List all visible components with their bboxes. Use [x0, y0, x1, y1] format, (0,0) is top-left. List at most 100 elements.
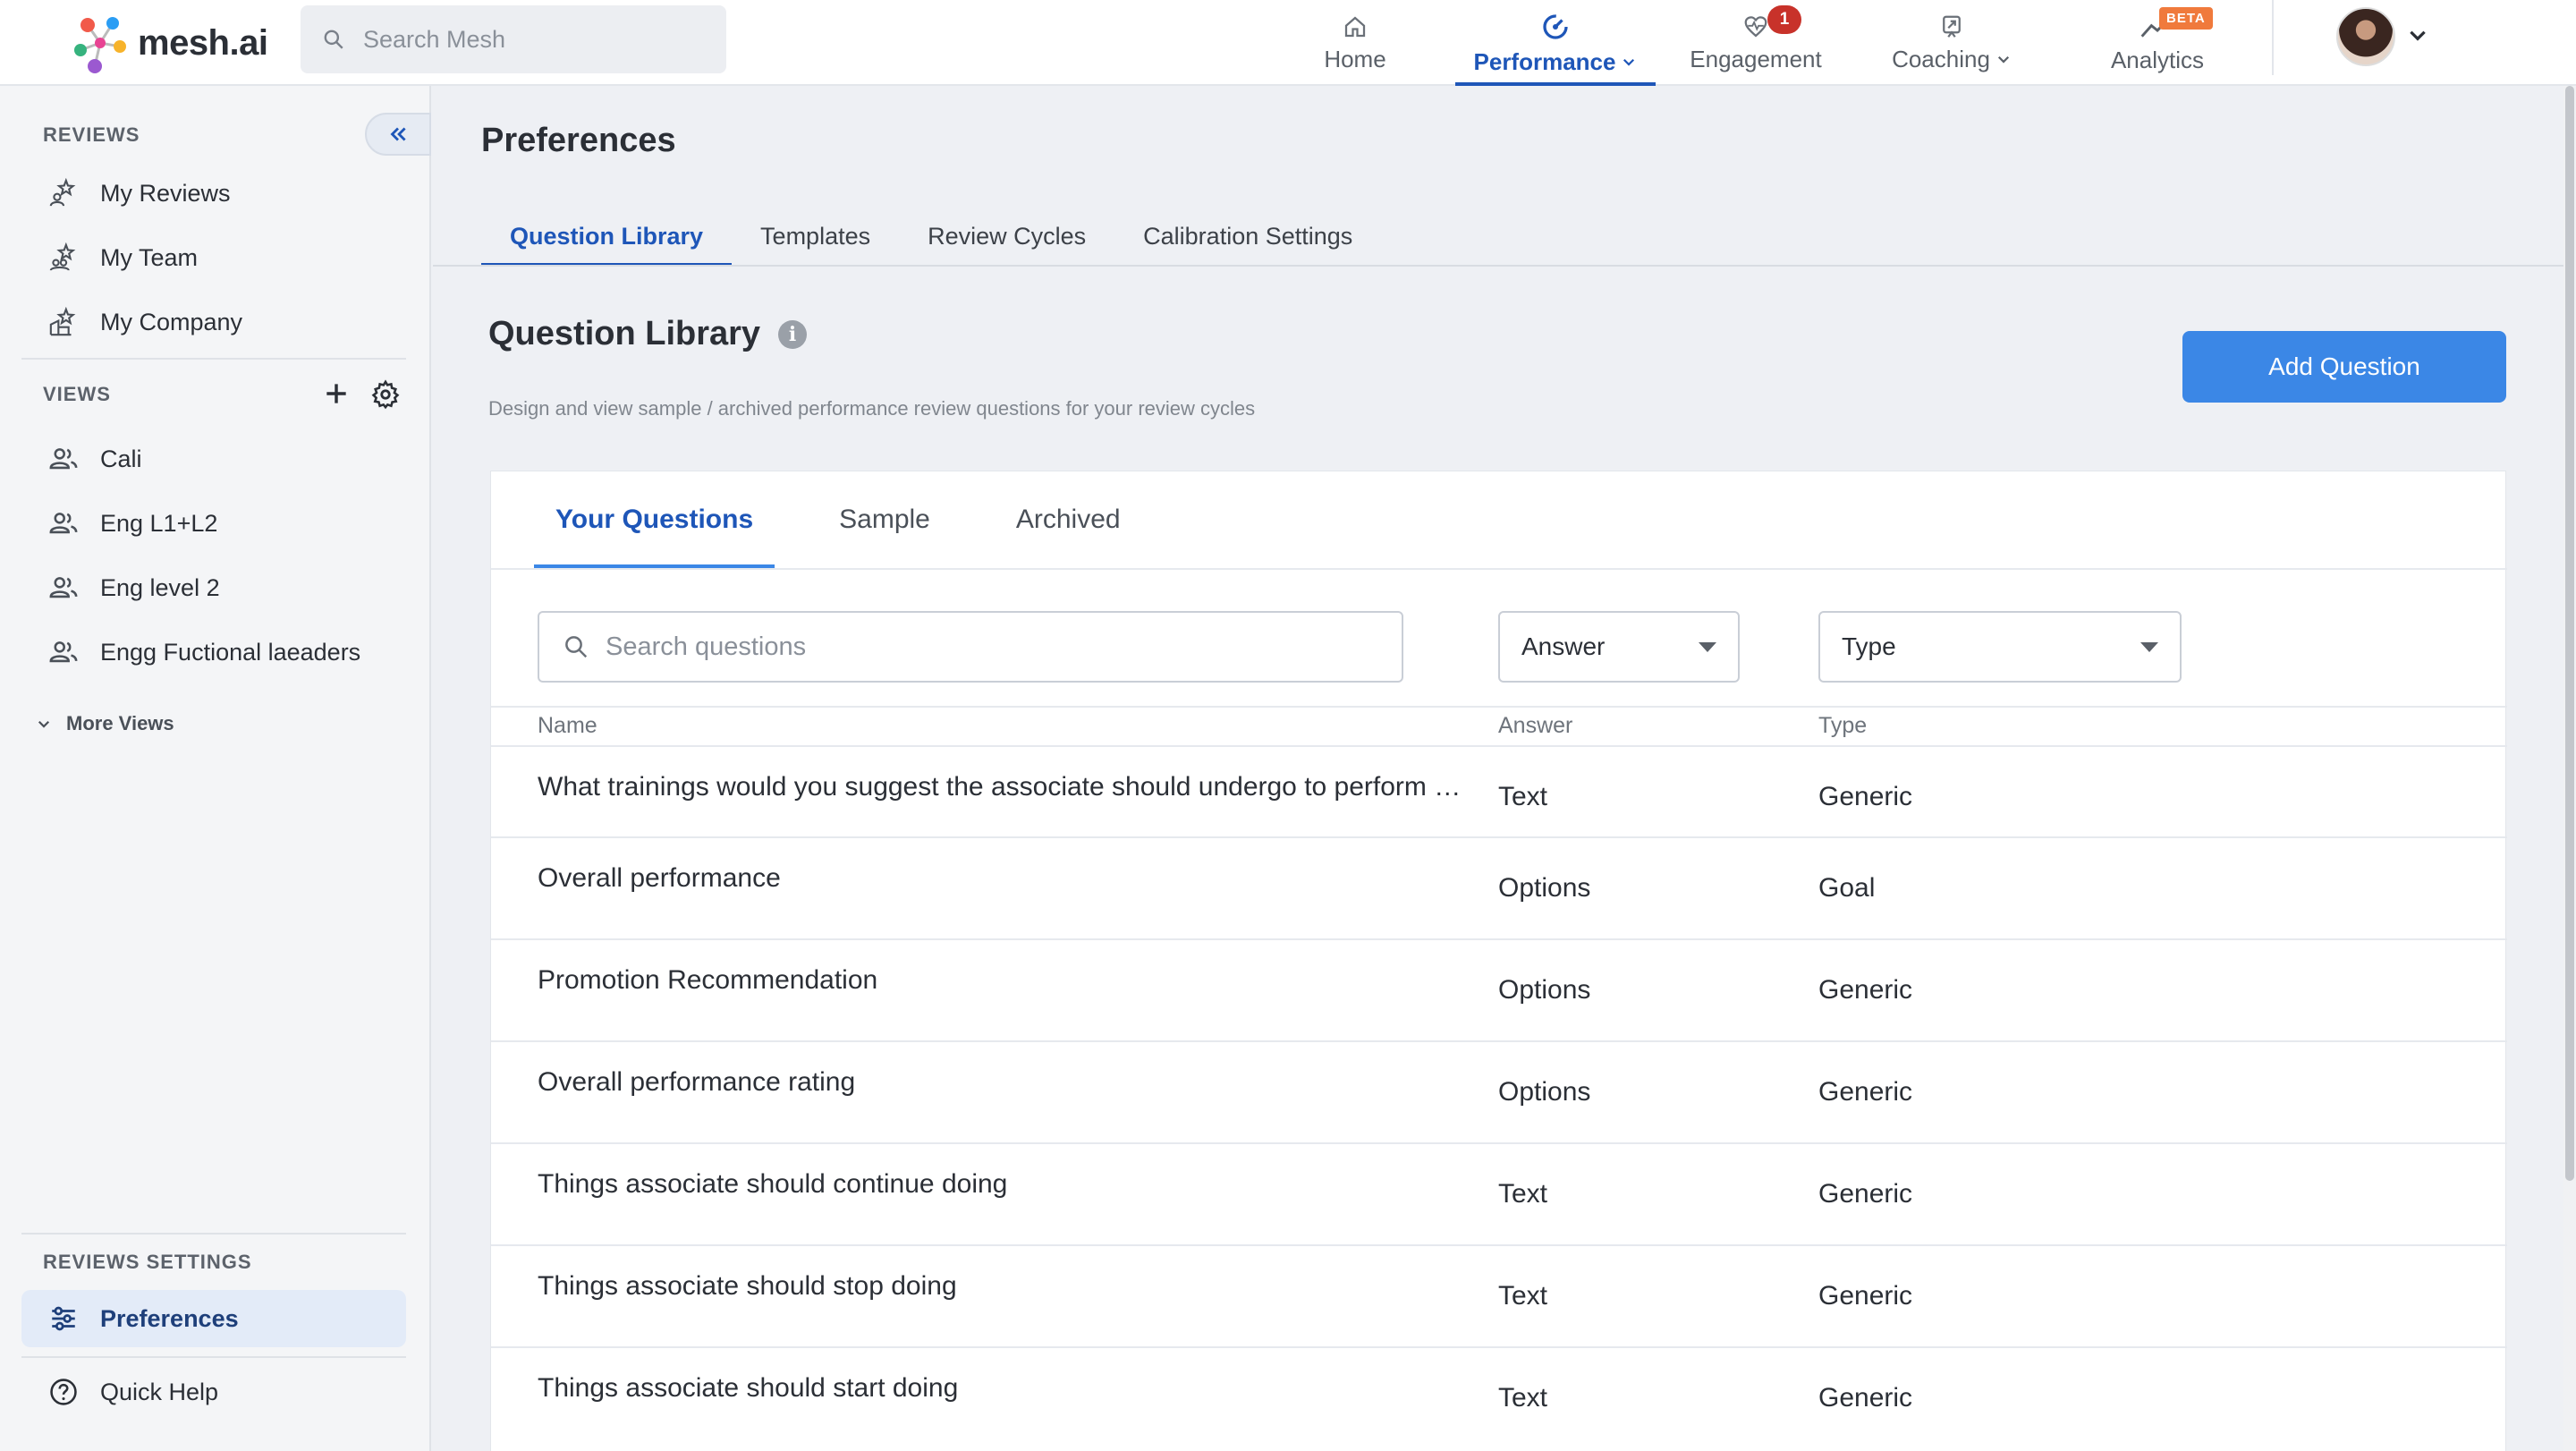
question-name: Things associate should start doing [538, 1373, 959, 1403]
sidebar-item-my-reviews[interactable]: My Reviews [21, 165, 406, 222]
question-type: Generic [1818, 782, 1913, 811]
sidebar: REVIEWS My Reviews My Team My Company VI… [0, 86, 431, 1451]
views-section-label: VIEWS [43, 383, 111, 405]
preferences-tabs: Question Library Templates Review Cycles… [481, 206, 1381, 267]
question-name: Things associate should continue doing [538, 1169, 1008, 1199]
sidebar-item-label: Engg Fuctional laeaders [100, 638, 361, 666]
home-icon [1344, 16, 1366, 37]
table-row[interactable]: Promotion Recommendation Options Generic [491, 938, 2507, 1040]
type-filter-select[interactable]: Type [1818, 611, 2182, 683]
logo-text: mesh.ai [138, 22, 268, 63]
performance-icon [1543, 13, 1568, 39]
sidebar-item-label: My Reviews [100, 179, 231, 207]
people-icon [49, 641, 78, 663]
sidebar-item-view-eng-l1-l2[interactable]: Eng L1+L2 [21, 495, 406, 552]
page-scrollbar-thumb[interactable] [2565, 86, 2574, 1181]
sidebar-divider [21, 1233, 406, 1235]
mesh-logo[interactable]: mesh.ai [68, 7, 268, 79]
section-title: Question Library [488, 315, 761, 352]
tab-review-cycles[interactable]: Review Cycles [899, 206, 1114, 267]
table-row[interactable]: Overall performance rating Options Gener… [491, 1040, 2507, 1142]
chevron-down-icon[interactable] [2406, 23, 2429, 47]
question-name: Things associate should stop doing [538, 1271, 957, 1301]
question-answer: Options [1498, 1077, 1591, 1107]
tab-question-library[interactable]: Question Library [481, 206, 733, 267]
global-search[interactable] [301, 5, 726, 73]
question-type: Generic [1818, 975, 1913, 1005]
nav-coaching[interactable]: Coaching [1882, 0, 2021, 86]
add-question-button[interactable]: Add Question [2182, 331, 2506, 403]
sidebar-item-quick-help[interactable]: Quick Help [21, 1363, 406, 1421]
answer-filter-select[interactable]: Answer [1498, 611, 1740, 683]
team-star-icon [49, 242, 76, 271]
avatar[interactable] [2336, 7, 2395, 66]
question-name: Overall performance [538, 863, 781, 893]
section-description: Design and view sample / archived perfor… [488, 397, 1256, 420]
question-answer: Text [1498, 782, 1548, 811]
question-answer: Text [1498, 1179, 1548, 1209]
table-row[interactable]: What trainings would you suggest the ass… [491, 745, 2507, 847]
sidebar-item-view-engg-functional[interactable]: Engg Fuctional laeaders [21, 624, 406, 681]
more-views-toggle[interactable]: More Views [36, 712, 174, 735]
question-search[interactable] [538, 611, 1403, 683]
sidebar-item-view-eng-level-2[interactable]: Eng level 2 [21, 559, 406, 616]
question-name: Promotion Recommendation [538, 965, 878, 995]
add-view-icon[interactable] [322, 379, 351, 408]
question-name: Overall performance rating [538, 1067, 856, 1097]
collapse-sidebar-button[interactable] [365, 113, 431, 156]
tabs-divider [433, 265, 2563, 267]
nav-divider [2272, 0, 2274, 75]
tab-sample[interactable]: Sample [818, 471, 952, 568]
coaching-icon [1943, 15, 1961, 38]
sidebar-item-my-company[interactable]: My Company [21, 293, 406, 351]
engagement-badge: 1 [1767, 5, 1801, 34]
sidebar-divider [21, 358, 406, 360]
column-header-name[interactable]: Name [538, 713, 597, 739]
nav-coaching-label: Coaching [1892, 45, 1990, 72]
tab-archived[interactable]: Archived [995, 471, 1142, 568]
sidebar-item-label: Eng L1+L2 [100, 509, 218, 537]
column-header-answer[interactable]: Answer [1498, 713, 1572, 739]
tab-your-questions[interactable]: Your Questions [534, 471, 775, 568]
column-header-type[interactable]: Type [1818, 713, 1867, 739]
sidebar-item-label: Preferences [100, 1304, 239, 1332]
mesh-logo-icon [74, 17, 126, 73]
heart-pulse-icon [1744, 15, 1767, 37]
sidebar-item-preferences[interactable]: Preferences [21, 1290, 406, 1347]
table-row[interactable]: Things associate should stop doing Text … [491, 1244, 2507, 1346]
chevron-down-icon [1623, 58, 1635, 66]
question-answer: Options [1498, 975, 1591, 1005]
sidebar-item-label: My Company [100, 308, 243, 335]
table-row[interactable]: Things associate should continue doing T… [491, 1142, 2507, 1244]
sidebar-item-label: My Team [100, 243, 199, 271]
company-icon [49, 307, 76, 336]
tab-templates[interactable]: Templates [732, 206, 899, 267]
section-header: Question Library i [488, 315, 808, 353]
caret-down-icon [2140, 641, 2158, 652]
questions-card: Your Questions Sample Archived Answer Ty… [490, 471, 2507, 1451]
question-type: Generic [1818, 1077, 1913, 1107]
question-search-input[interactable] [606, 632, 1375, 662]
info-icon[interactable]: i [778, 319, 808, 349]
type-filter-value: Type [1842, 632, 1896, 660]
page-title: Preferences [481, 122, 676, 159]
help-icon [50, 1379, 77, 1405]
global-search-input[interactable] [363, 25, 703, 54]
question-type: Generic [1818, 1383, 1913, 1413]
nav-analytics[interactable]: BETA Analytics [2093, 0, 2222, 86]
card-tabs-divider [491, 568, 2507, 570]
sliders-icon [52, 1306, 75, 1331]
people-icon [49, 513, 78, 534]
nav-home[interactable]: Home [1315, 0, 1395, 86]
tab-calibration-settings[interactable]: Calibration Settings [1114, 206, 1381, 267]
top-bar: mesh.ai Home Performance 1 Engagement Co… [0, 0, 2576, 86]
table-row[interactable]: Overall performance Options Goal [491, 836, 2507, 938]
sidebar-item-my-team[interactable]: My Team [21, 229, 406, 286]
sidebar-item-view-cali[interactable]: Cali [21, 430, 406, 488]
nav-analytics-label: Analytics [2110, 46, 2205, 73]
table-row[interactable]: Things associate should start doing Text… [491, 1346, 2507, 1448]
gear-icon[interactable] [370, 379, 401, 410]
nav-engagement[interactable]: 1 Engagement [1682, 0, 1830, 86]
beta-badge: BETA [2159, 7, 2213, 30]
nav-performance[interactable]: Performance [1455, 0, 1656, 86]
